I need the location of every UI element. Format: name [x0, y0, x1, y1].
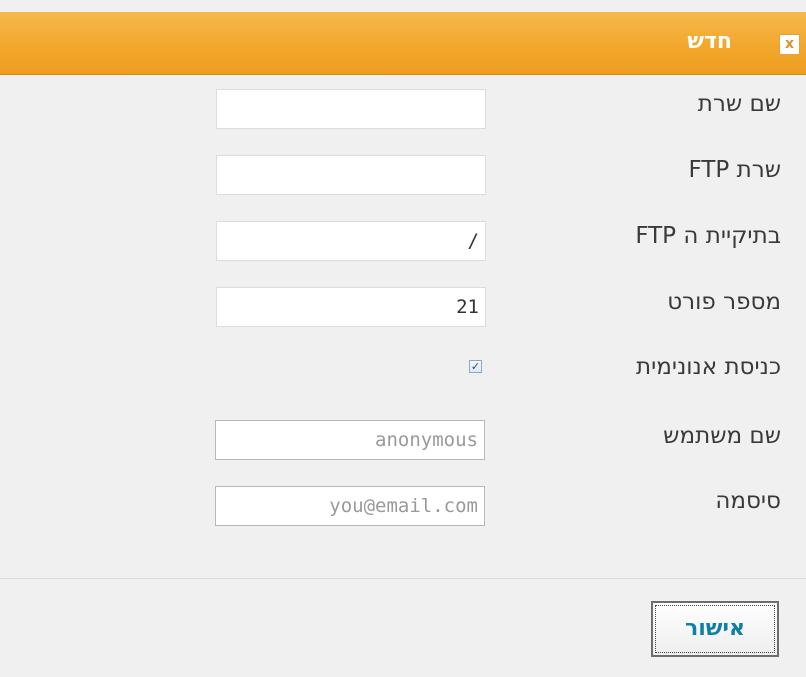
close-icon[interactable]: x [779, 34, 800, 55]
anonymous-login-checkbox[interactable]: ✓ [469, 360, 482, 373]
password-input[interactable] [215, 486, 485, 526]
dialog-title: חדש [687, 29, 732, 54]
ftp-server-label: שרת FTP [688, 157, 781, 183]
port-label: מספר פורט [667, 289, 781, 315]
ftp-server-input[interactable] [216, 155, 486, 195]
ftp-folder-input[interactable] [216, 221, 486, 261]
ftp-folder-label: בתיקיית ה FTP [635, 223, 781, 249]
new-server-dialog: חדש x שם שרת שרת FTP בתיקיית ה FTP מספר … [0, 0, 806, 677]
password-label: סיסמה [715, 488, 781, 514]
ok-button[interactable]: אישור [651, 601, 779, 657]
anonymous-login-label: כניסת אנונימית [636, 354, 781, 380]
server-name-label: שם שרת [697, 91, 781, 117]
dialog-titlebar: חדש x [0, 12, 806, 75]
server-name-input[interactable] [216, 89, 486, 129]
footer-divider [0, 578, 806, 579]
username-input[interactable] [215, 420, 485, 460]
port-input[interactable] [216, 287, 486, 327]
username-label: שם משתמש [663, 423, 781, 449]
